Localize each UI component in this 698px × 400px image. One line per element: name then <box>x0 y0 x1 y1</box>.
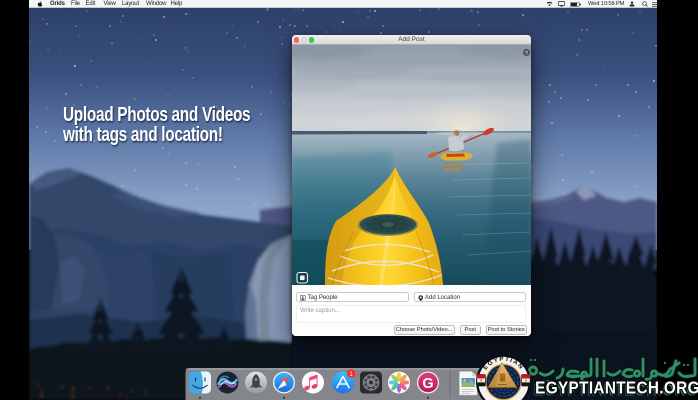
svg-text:?: ? <box>525 51 528 57</box>
svg-text:G: G <box>422 376 433 392</box>
svg-text:EGYPTIANTECH.ORG: EGYPTIANTECH.ORG <box>535 379 698 398</box>
